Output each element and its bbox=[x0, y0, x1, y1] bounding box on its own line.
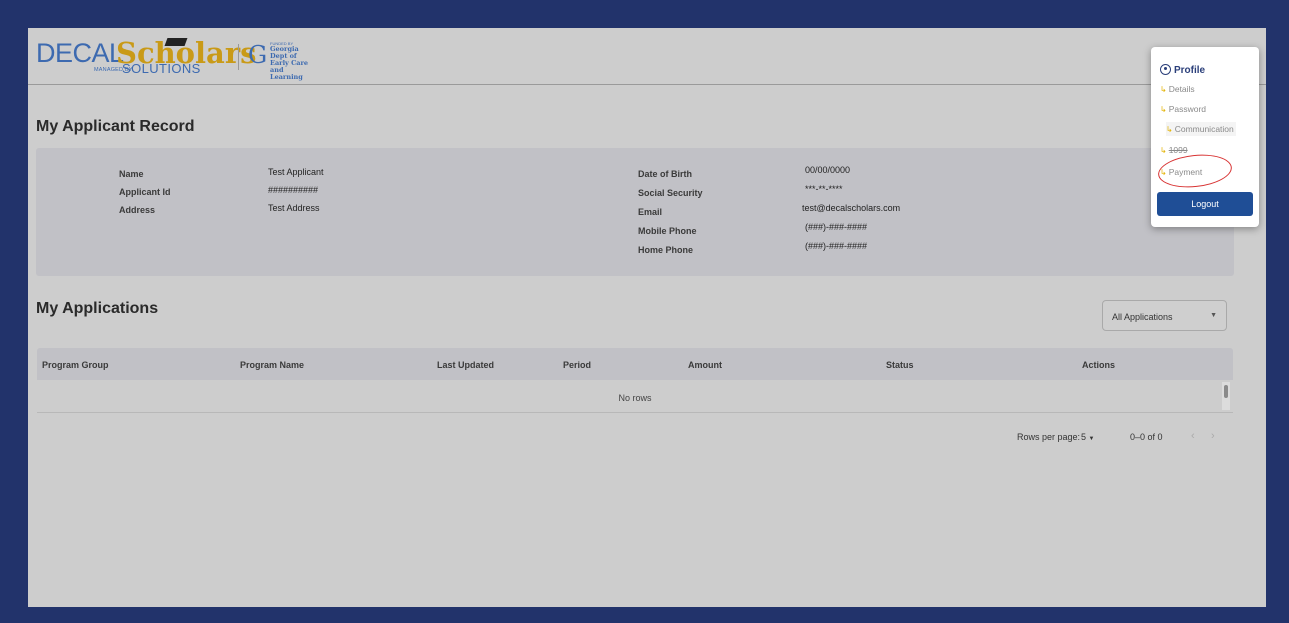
app-header: DECAL Scholars MANAGED BY SOLUTIONS G FU… bbox=[28, 28, 1266, 85]
applications-title: My Applications bbox=[36, 300, 159, 317]
logo-solutions-text: SOLUTIONS bbox=[122, 61, 201, 76]
mobile-phone-label: Mobile Phone bbox=[638, 226, 697, 236]
applicant-record-title: My Applicant Record bbox=[36, 118, 195, 135]
pagination-range: 0–0 of 0 bbox=[1130, 432, 1163, 442]
menu-item-label: Password bbox=[1168, 104, 1207, 114]
menu-item-communication[interactable]: ↳ Communication bbox=[1166, 122, 1236, 136]
logo-decal-text: DECAL bbox=[36, 38, 124, 68]
menu-item-label: Details bbox=[1168, 84, 1195, 94]
menu-item-details[interactable]: ↳ Details bbox=[1160, 84, 1195, 94]
table-scrollbar[interactable] bbox=[1222, 382, 1230, 410]
name-value: Test Applicant bbox=[268, 167, 324, 177]
email-value: test@decalscholars.com bbox=[802, 203, 901, 213]
profile-menu-header[interactable]: Profile bbox=[1160, 64, 1205, 76]
user-circle-icon bbox=[1160, 64, 1171, 75]
ssn-value: ***-**-**** bbox=[805, 184, 843, 194]
ssn-label: Social Security bbox=[638, 188, 703, 198]
col-status[interactable]: Status bbox=[886, 360, 914, 370]
arrow-return-icon: ↳ bbox=[1160, 105, 1167, 114]
col-period[interactable]: Period bbox=[563, 360, 591, 370]
graduation-cap-icon bbox=[164, 38, 188, 46]
chevron-down-icon: ▼ bbox=[1210, 312, 1217, 319]
georgia-dept-name: Georgia Dept of Early Care and Learning bbox=[270, 45, 309, 81]
profile-dropdown-menu: Profile ↳ Details ↳ Password ↳ Communicatio… bbox=[1151, 47, 1259, 227]
arrow-return-icon: ↳ bbox=[1160, 146, 1167, 155]
rows-per-page-select[interactable]: 5 ▼ bbox=[1081, 432, 1094, 442]
menu-item-label: Communication bbox=[1174, 124, 1234, 134]
applications-filter-select[interactable]: All Applications ▼ bbox=[1102, 300, 1227, 331]
dob-label: Date of Birth bbox=[638, 169, 692, 179]
home-phone-value: (###)-###-#### bbox=[805, 241, 868, 251]
arrow-return-icon: ↳ bbox=[1166, 125, 1173, 134]
decal-scholars-logo[interactable]: DECAL Scholars MANAGED BY SOLUTIONS G FU… bbox=[36, 36, 336, 81]
logout-button[interactable]: Logout bbox=[1157, 192, 1253, 216]
address-value: Test Address bbox=[268, 203, 320, 213]
col-actions[interactable]: Actions bbox=[1082, 360, 1115, 370]
col-amount[interactable]: Amount bbox=[688, 360, 722, 370]
applicant-id-label: Applicant Id bbox=[119, 187, 171, 197]
caret-down-icon: ▼ bbox=[1088, 436, 1095, 442]
profile-menu-title: Profile bbox=[1174, 65, 1206, 76]
applicant-id-value: ########## bbox=[268, 185, 319, 195]
filter-selected-value: All Applications bbox=[1112, 312, 1173, 322]
app-screen: DECAL Scholars MANAGED BY SOLUTIONS G FU… bbox=[28, 28, 1266, 607]
mobile-phone-value: (###)-###-#### bbox=[805, 222, 868, 232]
email-label: Email bbox=[638, 207, 663, 217]
georgia-decal-icon: G bbox=[248, 41, 268, 69]
address-label: Address bbox=[119, 205, 156, 215]
logo-divider bbox=[238, 44, 239, 70]
empty-table-message: No rows bbox=[618, 393, 652, 403]
dob-value: 00/00/0000 bbox=[805, 165, 851, 175]
menu-item-label: 1099 bbox=[1168, 145, 1188, 155]
scrollbar-thumb[interactable] bbox=[1224, 385, 1228, 398]
home-phone-label: Home Phone bbox=[638, 245, 694, 255]
prev-page-icon[interactable]: ‹ bbox=[1191, 430, 1195, 442]
menu-item-password[interactable]: ↳ Password bbox=[1160, 104, 1206, 114]
next-page-icon[interactable]: › bbox=[1211, 430, 1215, 442]
col-program-group[interactable]: Program Group bbox=[42, 360, 109, 370]
menu-item-1099[interactable]: ↳ 1099 bbox=[1160, 145, 1188, 155]
col-program-name[interactable]: Program Name bbox=[240, 360, 304, 370]
applications-table-body: No rows bbox=[37, 380, 1233, 413]
rows-per-page-label: Rows per page: bbox=[1017, 432, 1081, 442]
applicant-record-card: Name Test Applicant Applicant Id #######… bbox=[36, 148, 1234, 276]
col-last-updated[interactable]: Last Updated bbox=[437, 360, 494, 370]
applications-table-header: Program Group Program Name Last Updated … bbox=[37, 348, 1233, 380]
name-label: Name bbox=[119, 169, 144, 179]
arrow-return-icon: ↳ bbox=[1160, 85, 1167, 94]
rows-per-page-value: 5 bbox=[1081, 432, 1087, 442]
